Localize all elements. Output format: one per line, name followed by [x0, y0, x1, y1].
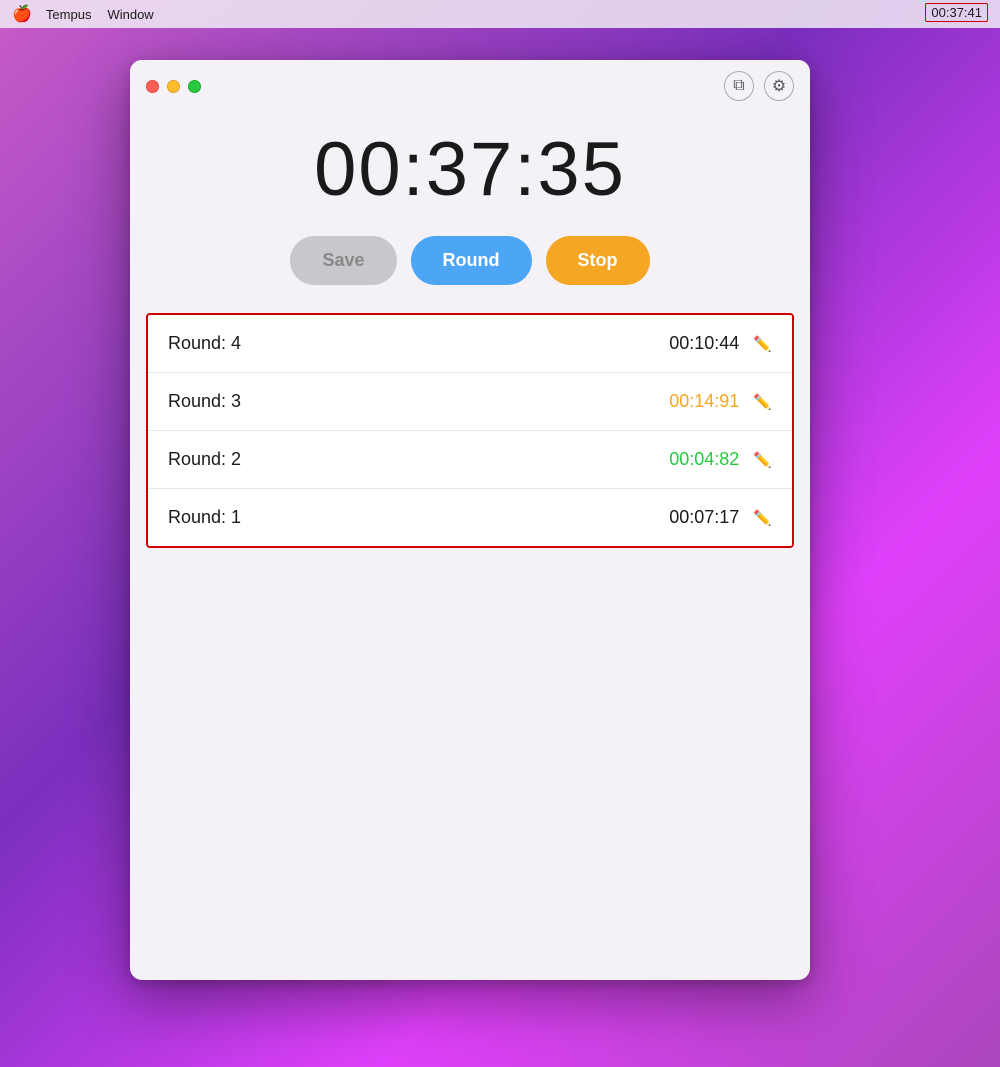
timer-display: 00:37:35 [314, 132, 626, 208]
round-label: Round: 1 [168, 507, 669, 528]
titlebar: ⧉ ⚙ [130, 60, 810, 112]
timer-area: 00:37:35 Save Round Stop [130, 112, 810, 313]
edit-icon[interactable]: ✏️ [753, 335, 772, 353]
menubar-app-name[interactable]: Tempus [46, 7, 92, 22]
apple-menu[interactable]: 🍎 [12, 4, 32, 24]
close-button[interactable] [146, 80, 159, 93]
menubar-window-menu[interactable]: Window [107, 7, 153, 22]
copy-button[interactable]: ⧉ [724, 71, 754, 101]
window-toolbar: ⧉ ⚙ [724, 71, 794, 101]
rounds-list: Round: 400:10:44✏️Round: 300:14:91✏️Roun… [146, 313, 794, 548]
round-row: Round: 100:07:17 ✏️ [148, 489, 792, 546]
round-label: Round: 2 [168, 449, 669, 470]
round-row: Round: 300:14:91 ✏️ [148, 373, 792, 431]
stop-button[interactable]: Stop [546, 236, 650, 285]
round-time: 00:07:17 [669, 507, 739, 528]
menubar: 🍎 Tempus Window 00:37:41 [0, 0, 1000, 28]
round-row: Round: 200:04:82 ✏️ [148, 431, 792, 489]
menubar-clock: 00:37:41 [925, 3, 988, 22]
round-time: 00:04:82 [669, 449, 739, 470]
settings-button[interactable]: ⚙ [764, 71, 794, 101]
edit-icon[interactable]: ✏️ [753, 393, 772, 411]
maximize-button[interactable] [188, 80, 201, 93]
control-buttons: Save Round Stop [290, 236, 649, 285]
edit-icon[interactable]: ✏️ [753, 509, 772, 527]
round-button[interactable]: Round [411, 236, 532, 285]
save-button[interactable]: Save [290, 236, 396, 285]
minimize-button[interactable] [167, 80, 180, 93]
traffic-lights [146, 80, 201, 93]
round-label: Round: 4 [168, 333, 669, 354]
round-row: Round: 400:10:44 ✏️ [148, 315, 792, 373]
edit-icon[interactable]: ✏️ [753, 451, 772, 469]
app-window: ⧉ ⚙ 00:37:35 Save Round Stop Round: 400:… [130, 60, 810, 980]
round-label: Round: 3 [168, 391, 669, 412]
round-time: 00:10:44 [669, 333, 739, 354]
round-time: 00:14:91 [669, 391, 739, 412]
